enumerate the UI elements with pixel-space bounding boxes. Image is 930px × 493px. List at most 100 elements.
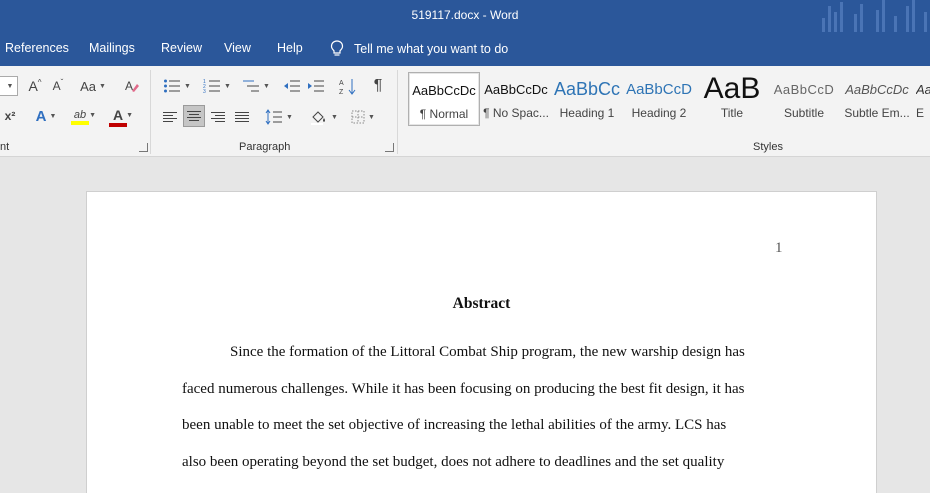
chevron-down-icon: ▼	[89, 111, 97, 119]
style-name: Heading 2	[631, 106, 687, 120]
change-case-button[interactable]: Aa ▼	[76, 76, 110, 96]
style-sample: AaBbCcD	[626, 80, 692, 98]
style-sample: AaBbCcDc	[412, 82, 476, 98]
grow-font-icon: A	[28, 78, 38, 94]
tell-me-search[interactable]: Tell me what you want to do	[330, 40, 508, 57]
tab-review[interactable]: Review	[161, 41, 202, 55]
line-spacing-button[interactable]: ▼	[262, 107, 296, 127]
borders-icon	[351, 110, 365, 124]
font-color-icon: A	[112, 107, 124, 123]
change-case-icon: Aa	[80, 78, 96, 94]
font-dialog-launcher[interactable]	[139, 143, 148, 152]
style-name: ¶ Normal	[419, 107, 469, 121]
ribbon: ▼ A ^ Aˇ Aa ▼ A x² A ▼ ab ▼ A ▼ nt ▼ 1 2…	[0, 66, 930, 157]
style-name: Subtitle	[783, 106, 825, 120]
sort-button[interactable]: A Z	[338, 76, 358, 96]
paragraph-line: Since the formation of the Littoral Comb…	[230, 344, 745, 360]
style-sample: AaBbCcDc	[845, 81, 909, 97]
borders-button[interactable]: ▼	[346, 107, 380, 127]
align-center-button[interactable]	[183, 105, 205, 127]
chevron-down-icon: ▼	[184, 82, 191, 90]
paragraph-line: also been operating beyond the set budge…	[182, 454, 725, 470]
text-effects-button[interactable]: A ▼	[30, 106, 62, 126]
tab-references[interactable]: References	[5, 41, 69, 55]
align-left-icon	[163, 112, 177, 122]
document-canvas[interactable]: 1 Abstract Since the formation of the Li…	[0, 157, 930, 493]
grow-font-button[interactable]: A ^	[24, 76, 46, 96]
paragraph-dialog-launcher[interactable]	[385, 143, 394, 152]
style-name: Subtle Em...	[844, 106, 910, 120]
align-right-button[interactable]	[208, 107, 228, 127]
title-bar-decoration	[820, 0, 930, 32]
chevron-down-icon: ▼	[6, 82, 14, 90]
tab-view[interactable]: View	[224, 41, 251, 55]
multilevel-list-button[interactable]: ▼	[240, 76, 272, 96]
chevron-down-icon: ▼	[49, 112, 57, 120]
clear-formatting-icon: A	[125, 79, 139, 93]
document-page[interactable]: 1 Abstract Since the formation of the Li…	[86, 191, 877, 493]
decrease-indent-button[interactable]	[282, 76, 302, 96]
group-divider	[150, 70, 151, 154]
tab-mailings[interactable]: Mailings	[89, 41, 135, 55]
shrink-font-button[interactable]: Aˇ	[48, 76, 68, 96]
style-subtle-emphasis[interactable]: AaBbCcDc Subtle Em...	[844, 72, 910, 126]
text-effects-icon: A	[35, 107, 47, 125]
svg-text:Z: Z	[339, 89, 344, 95]
sort-icon: A Z	[339, 79, 356, 95]
style-name: Title	[720, 106, 744, 120]
highlight-button[interactable]: ab ▼	[68, 106, 102, 128]
lightbulb-icon	[330, 40, 344, 56]
style-name: ¶ No Spac...	[483, 106, 549, 120]
paragraph-line: been unable to meet the set objective of…	[182, 417, 727, 433]
style-no-spacing[interactable]: AaBbCcDc ¶ No Spac...	[483, 72, 549, 126]
style-emphasis[interactable]: Aa E	[916, 72, 930, 126]
paragraph-group-label: Paragraph	[239, 141, 291, 153]
chevron-down-icon: ▼	[263, 82, 270, 90]
chevron-down-icon: ▼	[224, 82, 231, 90]
align-right-icon	[211, 112, 225, 122]
style-sample: AaBbCcDc	[484, 81, 548, 97]
superscript-button[interactable]: x²	[0, 106, 20, 126]
chevron-down-icon: ▼	[126, 111, 134, 119]
font-color-button[interactable]: A ▼	[106, 106, 140, 128]
decrease-indent-icon	[284, 80, 300, 92]
style-heading-2[interactable]: AaBbCcD Heading 2	[626, 72, 692, 126]
increase-indent-icon	[308, 80, 324, 92]
font-color-bar	[109, 123, 127, 127]
numbering-icon: 1 2 3	[203, 79, 221, 94]
justify-button[interactable]	[232, 107, 252, 127]
numbering-button[interactable]: 1 2 3 ▼	[200, 76, 234, 96]
bullets-button[interactable]: ▼	[160, 76, 194, 96]
align-left-button[interactable]	[160, 107, 180, 127]
styles-group-label: Styles	[753, 141, 783, 153]
font-group-label: nt	[0, 141, 10, 153]
page-number: 1	[775, 240, 783, 256]
clear-formatting-button[interactable]: A	[122, 76, 142, 96]
shading-button[interactable]: ▼	[306, 107, 342, 127]
pilcrow-icon: ¶	[373, 77, 383, 94]
chevron-down-icon: ▼	[368, 113, 375, 121]
shrink-font-icon: A	[52, 79, 61, 93]
superscript-icon: x²	[4, 109, 16, 123]
svg-text:A: A	[125, 79, 133, 93]
style-name: E	[916, 106, 925, 120]
tab-help[interactable]: Help	[277, 41, 303, 55]
line-spacing-icon	[265, 109, 283, 125]
window-title: 519117.docx - Word	[411, 8, 519, 22]
group-divider	[397, 70, 398, 154]
justify-icon	[235, 112, 249, 122]
style-title[interactable]: AaB Title	[700, 72, 764, 126]
style-sample: Aa	[916, 81, 930, 97]
style-subtitle[interactable]: AaBbCcD Subtitle	[772, 72, 836, 126]
bullets-icon	[164, 79, 181, 93]
style-name: Heading 1	[559, 106, 615, 120]
style-heading-1[interactable]: AaBbCc Heading 1	[554, 72, 620, 126]
title-bar: 519117.docx - Word	[0, 0, 930, 32]
multilevel-list-icon	[243, 80, 260, 92]
align-center-icon	[187, 111, 201, 121]
increase-indent-button[interactable]	[306, 76, 326, 96]
tell-me-label: Tell me what you want to do	[354, 41, 509, 56]
font-size-dropdown[interactable]: ▼	[0, 76, 18, 96]
style-normal[interactable]: AaBbCcDc ¶ Normal	[408, 72, 480, 126]
show-formatting-button[interactable]: ¶	[368, 76, 388, 96]
